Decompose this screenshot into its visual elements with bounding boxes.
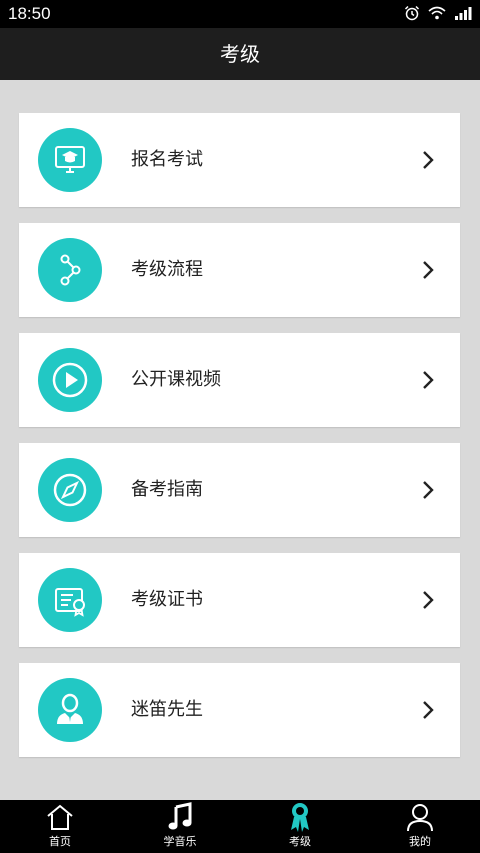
chevron-right-icon (423, 261, 434, 279)
menu-item-label: 考级流程 (131, 259, 203, 280)
tab-label: 我的 (409, 835, 431, 848)
monitor-graduation-cap-icon (55, 146, 85, 173)
tab-label: 学音乐 (163, 835, 197, 848)
chevron-right-icon (423, 481, 434, 499)
signal-icon (455, 7, 472, 20)
menu-item-register-exam[interactable]: 报名考试 (19, 113, 460, 207)
music-note-icon (168, 802, 192, 830)
certificate-icon (55, 588, 85, 617)
wifi-icon (428, 6, 446, 20)
menu-item-exam-process[interactable]: 考级流程 (19, 223, 460, 317)
user-icon (407, 804, 433, 832)
status-icons (404, 5, 472, 21)
menu-item-icon-circle (38, 128, 102, 192)
tab-learn-music[interactable]: 学音乐 (120, 800, 240, 853)
menu-item-label: 报名考试 (131, 149, 203, 170)
menu-item-label: 备考指南 (131, 479, 203, 500)
tab-label: 首页 (49, 835, 71, 848)
menu-item-exam-guide[interactable]: 备考指南 (19, 443, 460, 537)
menu-item-label: 考级证书 (131, 589, 203, 610)
tab-exam[interactable]: 考级 (240, 800, 360, 853)
menu-item-icon-circle (38, 238, 102, 302)
tab-home[interactable]: 首页 (0, 800, 120, 853)
menu-item-label: 迷笛先生 (131, 699, 203, 720)
page-title: 考级 (0, 28, 480, 80)
compass-icon (53, 473, 87, 507)
person-icon (57, 693, 83, 724)
bottom-tab-bar: 首页 学音乐 考级 我的 (0, 800, 480, 853)
tab-mine[interactable]: 我的 (360, 800, 480, 853)
chevron-right-icon (423, 701, 434, 719)
chevron-right-icon (423, 371, 434, 389)
chevron-right-icon (423, 151, 434, 169)
menu-item-icon-circle (38, 678, 102, 742)
menu-item-label: 公开课视频 (131, 369, 221, 390)
ribbon-icon (291, 803, 309, 832)
tab-label: 考级 (289, 835, 311, 848)
status-time: 18:50 (8, 4, 51, 23)
menu-item-icon-circle (38, 568, 102, 632)
play-icon (52, 362, 88, 398)
alarm-icon (404, 5, 420, 21)
menu-item-icon-circle (38, 348, 102, 412)
chevron-right-icon (423, 591, 434, 609)
menu-item-icon-circle (38, 458, 102, 522)
status-bar: 18:50 (0, 0, 480, 28)
menu-item-midi-mr[interactable]: 迷笛先生 (19, 663, 460, 757)
flow-nodes-icon (60, 254, 81, 286)
home-icon (47, 804, 73, 830)
menu-item-exam-certificate[interactable]: 考级证书 (19, 553, 460, 647)
menu-item-open-class-video[interactable]: 公开课视频 (19, 333, 460, 427)
